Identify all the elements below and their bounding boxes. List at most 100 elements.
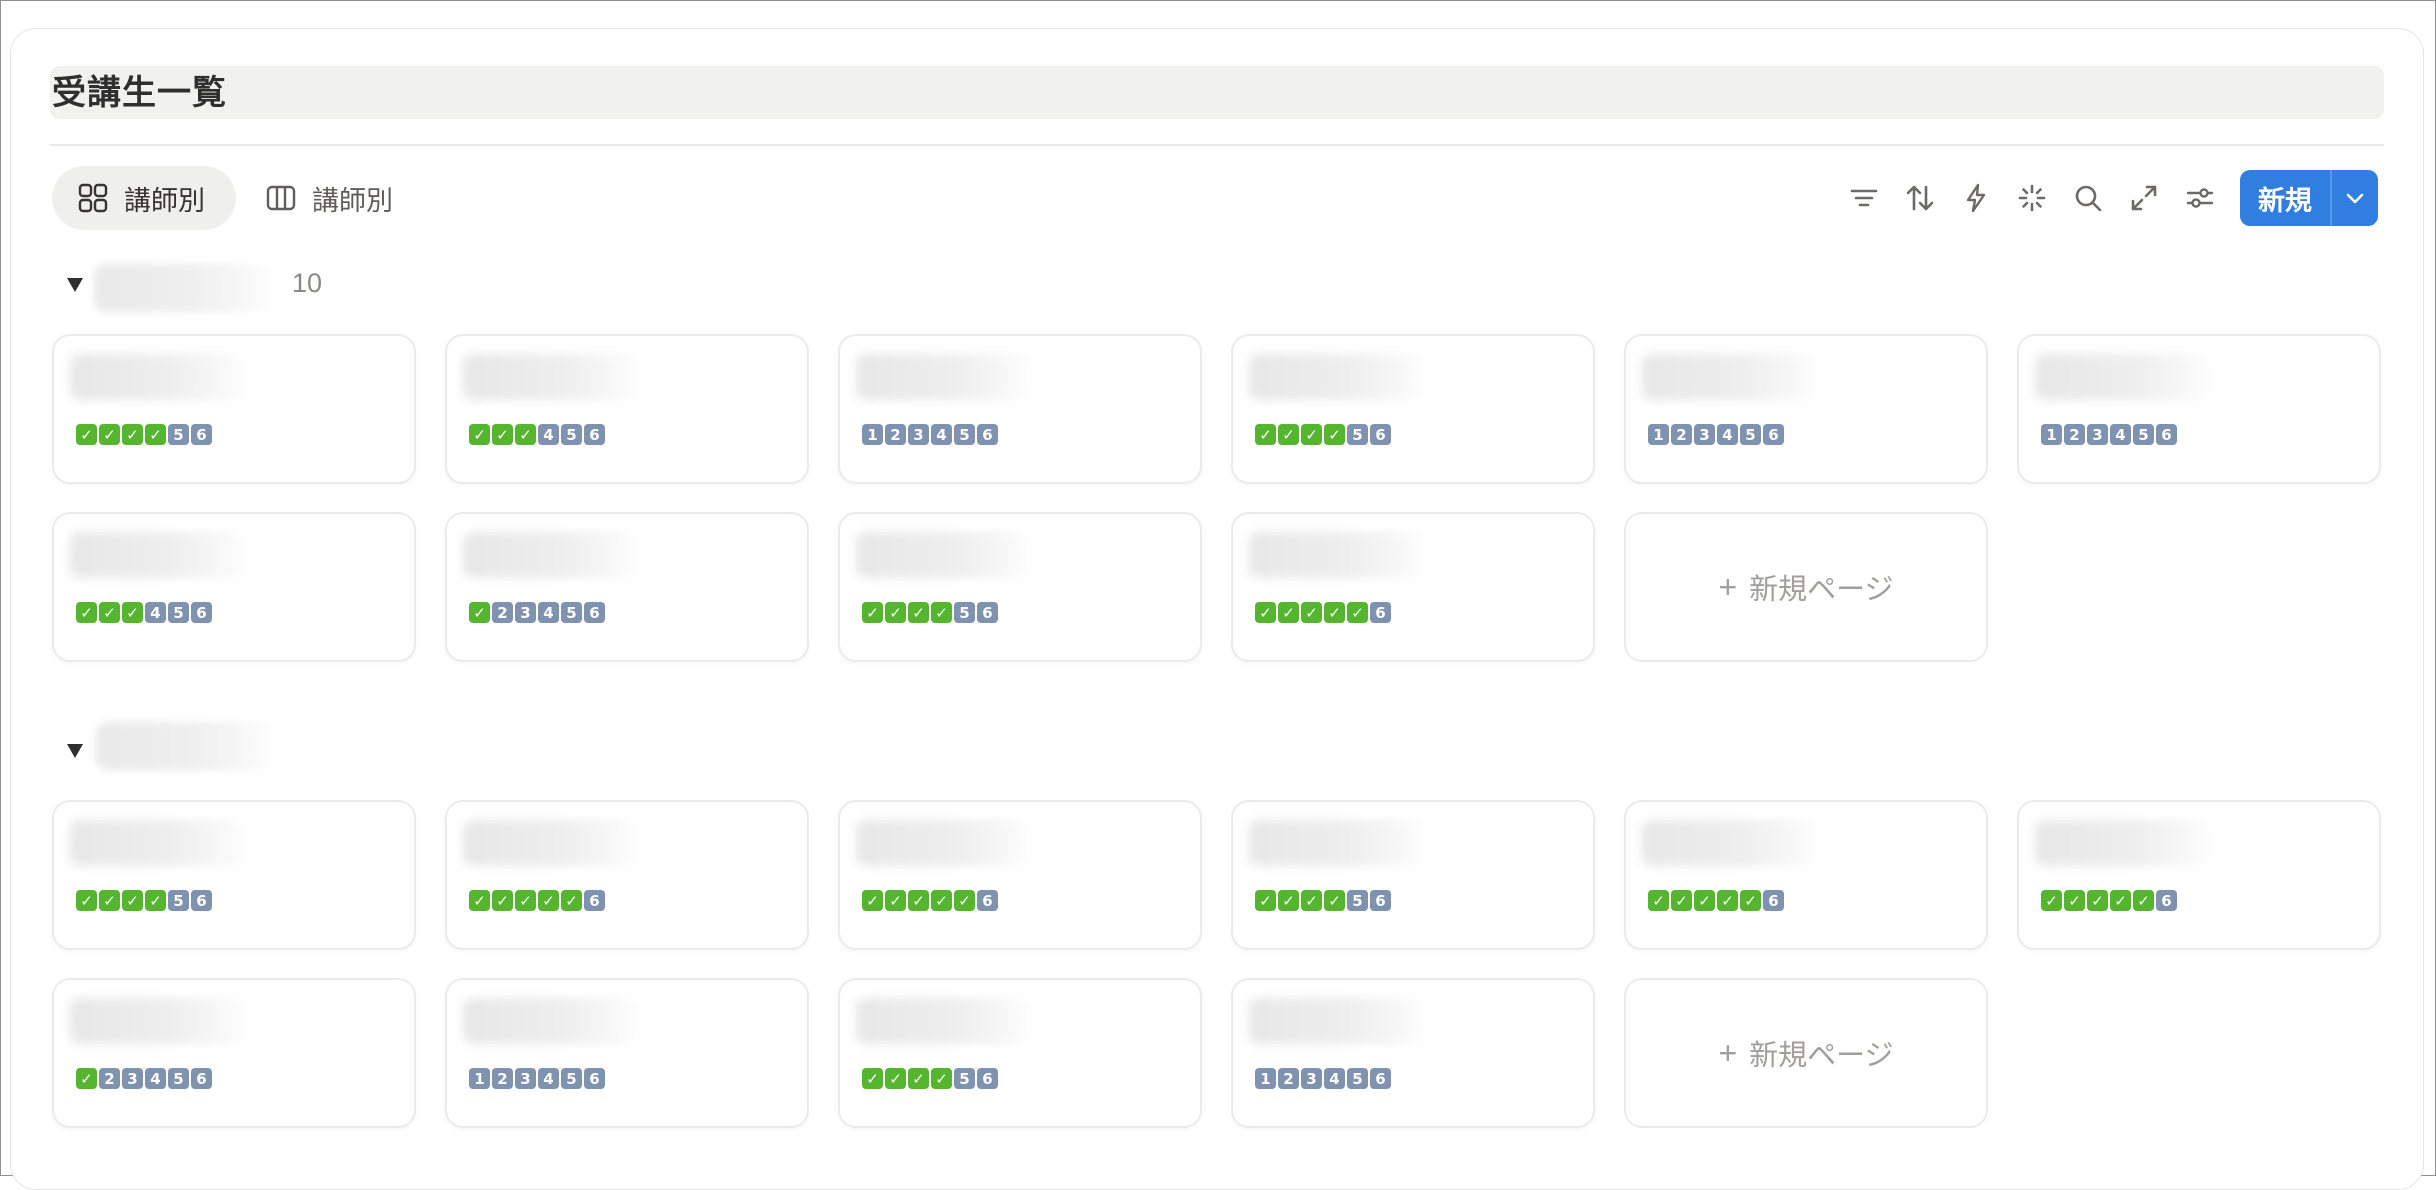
gallery-card[interactable]: ✓ ✓ ✓ ✓ ✓ 6 [2017,800,2381,950]
lesson-number-badge: 2 [2064,424,2085,445]
gallery-grid-icon [78,183,108,213]
lesson-progress: ✓ ✓ ✓ ✓ 5 6 [862,602,998,623]
lesson-number-badge: 6 [191,1068,212,1089]
check-mark-icon: ✓ [515,424,536,445]
gallery-card[interactable]: ✓ ✓ ✓ ✓ ✓ 6 [838,800,1202,950]
card-title-redacted [1249,998,1429,1044]
lesson-number-badge: 6 [584,890,605,911]
lesson-progress: ✓ ✓ ✓ ✓ 5 6 [1255,424,1391,445]
card-title-redacted [70,532,250,578]
lesson-number-badge: 4 [2110,424,2131,445]
lesson-number-badge: 5 [561,1068,582,1089]
group-2-toggle[interactable] [64,740,86,762]
gallery-card[interactable]: ✓ ✓ ✓ ✓ 5 6 [1231,800,1595,950]
lesson-number-badge: 6 [977,1068,998,1089]
card-title-redacted [70,354,250,400]
gallery-card[interactable]: ✓ ✓ ✓ 4 5 6 [52,512,416,662]
lesson-number-badge: 6 [191,602,212,623]
check-mark-icon: ✓ [76,602,97,623]
lesson-number-badge: 5 [1740,424,1761,445]
gallery-card[interactable]: ✓ ✓ ✓ ✓ ✓ 6 [445,800,809,950]
check-mark-icon: ✓ [76,890,97,911]
gallery-card[interactable]: ✓ ✓ ✓ ✓ 5 6 [838,978,1202,1128]
lesson-progress: ✓ ✓ ✓ ✓ 5 6 [76,890,212,911]
tab-gallery-by-instructor[interactable]: 講師別 [52,166,236,230]
check-mark-icon: ✓ [76,1068,97,1089]
gallery-card[interactable]: 123456 [1231,978,1595,1128]
tab-board-by-instructor[interactable]: 講師別 [240,166,440,230]
lesson-progress: ✓ ✓ ✓ ✓ ✓ 6 [2041,890,2177,911]
filter-button[interactable] [1844,178,1884,218]
lesson-number-badge: 6 [2156,424,2177,445]
gallery-card[interactable]: ✓ ✓ ✓ ✓ ✓ 6 [1231,512,1595,662]
gallery-card[interactable]: ✓ ✓ ✓ ✓ 5 6 [52,334,416,484]
lesson-number-badge: 3 [122,1068,143,1089]
ai-button[interactable] [2012,178,2052,218]
chevron-down-icon [2346,193,2364,204]
gallery-card[interactable]: 123456 [838,334,1202,484]
new-page-button[interactable]: + 新規ページ [1624,978,1988,1128]
lesson-number-badge: 4 [538,424,559,445]
automation-bolt-icon [1966,183,1986,213]
check-mark-icon: ✓ [862,890,883,911]
gallery-card[interactable]: ✓ 2 3 4 5 6 [445,512,809,662]
check-mark-icon: ✓ [76,424,97,445]
check-mark-icon: ✓ [122,424,143,445]
gallery-card[interactable]: 123456 [2017,334,2381,484]
tab-label: 講師別 [312,185,393,216]
check-mark-icon: ✓ [1717,890,1738,911]
lesson-number-badge: 4 [1717,424,1738,445]
check-mark-icon: ✓ [1255,890,1276,911]
check-mark-icon: ✓ [1324,602,1345,623]
automation-button[interactable] [1956,178,1996,218]
group-1-toggle[interactable] [64,274,86,296]
lesson-progress: ✓ 2 3 4 5 6 [469,602,605,623]
gallery-card[interactable]: 123456 [445,978,809,1128]
check-mark-icon: ✓ [1648,890,1669,911]
lesson-number-badge: 6 [584,424,605,445]
check-mark-icon: ✓ [145,890,166,911]
lesson-number-badge: 4 [931,424,952,445]
lesson-number-badge: 5 [954,602,975,623]
new-page-button[interactable]: + 新規ページ [1624,512,1988,662]
check-mark-icon: ✓ [2110,890,2131,911]
check-mark-icon: ✓ [1301,602,1322,623]
lesson-number-badge: 4 [538,1068,559,1089]
page-title[interactable]: 受講生一覧 [52,70,227,116]
lesson-number-badge: 5 [168,424,189,445]
check-mark-icon: ✓ [1324,424,1345,445]
check-mark-icon: ✓ [2087,890,2108,911]
gallery-card[interactable]: 123456 [1624,334,1988,484]
gallery-card[interactable]: ✓ ✓ ✓ ✓ 5 6 [52,800,416,950]
gallery-card[interactable]: ✓ ✓ ✓ ✓ ✓ 6 [1624,800,1988,950]
card-title-redacted [463,532,643,578]
lesson-number-badge: 6 [1763,424,1784,445]
lesson-number-badge: 6 [584,1068,605,1089]
new-button-label[interactable]: 新規 [2240,170,2330,226]
card-title-redacted [1249,532,1429,578]
check-mark-icon: ✓ [561,890,582,911]
lesson-progress: 123456 [1255,1068,1391,1089]
check-mark-icon: ✓ [1694,890,1715,911]
check-mark-icon: ✓ [492,890,513,911]
view-settings-button[interactable] [2180,178,2220,218]
tab-label: 講師別 [124,185,205,216]
search-icon [2075,185,2102,212]
gallery-card[interactable]: ✓ ✓ ✓ ✓ 5 6 [838,512,1202,662]
lesson-number-badge: 4 [145,602,166,623]
lesson-number-badge: 5 [561,602,582,623]
card-title-redacted [1642,820,1822,866]
expand-button[interactable] [2124,178,2164,218]
sort-button[interactable] [1900,178,1940,218]
new-button[interactable]: 新規 [2240,170,2378,226]
lesson-number-badge: 3 [515,1068,536,1089]
gallery-card[interactable]: ✓ ✓ ✓ 4 5 6 [445,334,809,484]
search-button[interactable] [2068,178,2108,218]
gallery-card[interactable]: ✓ 2 3 4 5 6 [52,978,416,1128]
lesson-number-badge: 3 [515,602,536,623]
new-options-button[interactable] [2332,170,2378,226]
gallery-card[interactable]: ✓ ✓ ✓ ✓ 5 6 [1231,334,1595,484]
lesson-progress: ✓ ✓ ✓ ✓ 5 6 [76,424,212,445]
lesson-number-badge: 5 [954,1068,975,1089]
card-title-redacted [70,820,250,866]
